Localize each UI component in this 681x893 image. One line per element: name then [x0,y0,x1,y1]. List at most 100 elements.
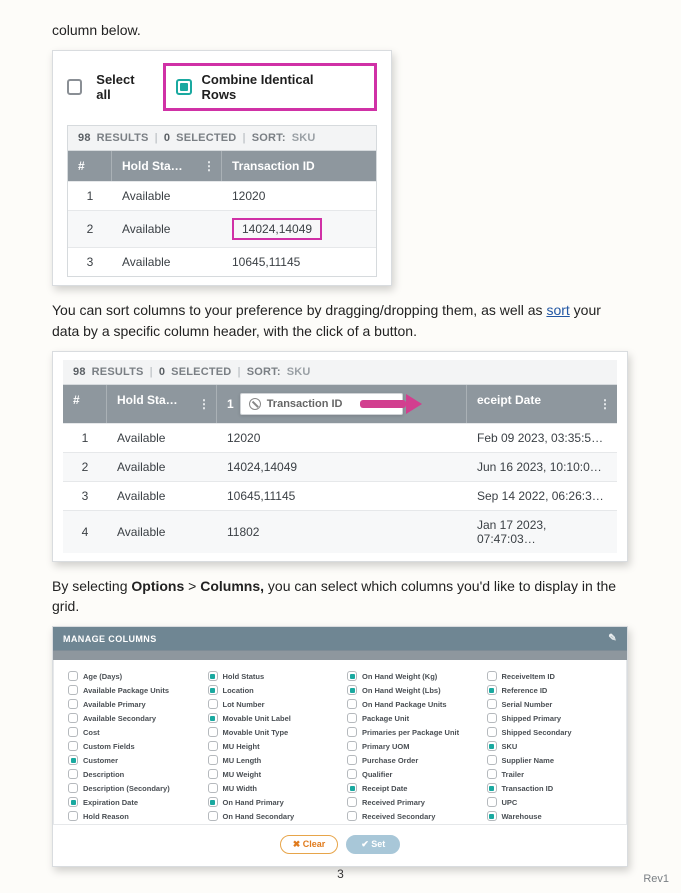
column-option[interactable]: Purchase Order [347,754,473,766]
edit-icon[interactable]: ✎ [608,633,617,644]
column-option[interactable]: Customer [68,754,194,766]
table-row[interactable]: 2Available14024,14049 [68,211,376,248]
column-checkbox[interactable] [487,797,497,807]
column-option[interactable]: Serial Number [487,698,613,710]
column-option[interactable]: Hold Reason [68,810,194,822]
column-checkbox[interactable] [347,699,357,709]
column-checkbox[interactable] [208,671,218,681]
column-option[interactable]: Trailer [487,768,613,780]
column-option[interactable]: Qualifier [347,768,473,780]
column-checkbox[interactable] [68,755,78,765]
column-checkbox[interactable] [208,755,218,765]
drag-chip[interactable]: Transaction ID [240,393,404,415]
column-option[interactable]: Movable Unit Type [208,726,334,738]
column-option[interactable]: Lot Number [208,698,334,710]
column-option[interactable]: Available Package Units [68,684,194,696]
column-option[interactable]: Movable Unit Label [208,712,334,724]
column-checkbox[interactable] [208,811,218,821]
column-checkbox[interactable] [347,769,357,779]
column-checkbox[interactable] [487,713,497,723]
column-option[interactable]: Description [68,768,194,780]
col-index[interactable]: # [63,385,107,423]
column-option[interactable]: Transaction ID [487,782,613,794]
column-option[interactable]: Age (Days) [68,670,194,682]
column-option[interactable]: Hold Status [208,670,334,682]
column-option[interactable]: Available Primary [68,698,194,710]
column-checkbox[interactable] [347,755,357,765]
column-checkbox[interactable] [347,783,357,793]
column-option[interactable]: MU Height [208,740,334,752]
table-row[interactable]: 1Available12020Feb 09 2023, 03:35:5… [63,423,617,452]
column-option[interactable]: Warehouse [487,810,613,822]
column-option[interactable]: Receipt Date [347,782,473,794]
col-index[interactable]: # [68,151,112,181]
column-checkbox[interactable] [68,741,78,751]
column-checkbox[interactable] [68,671,78,681]
table-row[interactable]: 4Available11802Jan 17 2023, 07:47:03… [63,510,617,553]
column-option[interactable]: On Hand Secondary [208,810,334,822]
column-checkbox[interactable] [487,755,497,765]
col-transaction-id[interactable]: Transaction ID [222,151,376,181]
column-checkbox[interactable] [487,769,497,779]
column-option[interactable]: Expiration Date [68,796,194,808]
column-option[interactable]: On Hand Package Units [347,698,473,710]
column-menu-icon[interactable]: ⋮ [599,397,611,411]
column-checkbox[interactable] [347,797,357,807]
column-option[interactable]: On Hand Primary [208,796,334,808]
column-option[interactable]: Shipped Secondary [487,726,613,738]
column-option[interactable]: ReceiveItem ID [487,670,613,682]
column-checkbox[interactable] [208,685,218,695]
col-transaction-dragging[interactable]: 1 Transaction ID [217,385,467,423]
sort-link[interactable]: sort [546,302,569,318]
column-option[interactable]: On Hand Weight (Kg) [347,670,473,682]
column-option[interactable]: MU Width [208,782,334,794]
clear-button[interactable]: ✖ Clear [280,835,339,854]
column-checkbox[interactable] [68,699,78,709]
col-hold-status[interactable]: Hold Sta…⋮ [107,385,217,423]
column-checkbox[interactable] [487,783,497,793]
column-checkbox[interactable] [487,685,497,695]
column-option[interactable]: Reference ID [487,684,613,696]
column-checkbox[interactable] [347,741,357,751]
column-checkbox[interactable] [487,811,497,821]
column-option[interactable]: Package Unit [347,712,473,724]
column-option[interactable]: Cost [68,726,194,738]
column-checkbox[interactable] [68,727,78,737]
column-option[interactable]: Shipped Primary [487,712,613,724]
column-checkbox[interactable] [68,713,78,723]
column-checkbox[interactable] [68,811,78,821]
column-option[interactable]: Description (Secondary) [68,782,194,794]
column-checkbox[interactable] [487,741,497,751]
column-checkbox[interactable] [487,699,497,709]
column-checkbox[interactable] [487,671,497,681]
column-option[interactable]: Primary UOM [347,740,473,752]
column-option[interactable]: MU Length [208,754,334,766]
table-row[interactable]: 2Available14024,14049Jun 16 2023, 10:10:… [63,452,617,481]
column-checkbox[interactable] [347,685,357,695]
column-checkbox[interactable] [208,797,218,807]
column-menu-icon[interactable]: ⋮ [203,159,215,173]
column-option[interactable]: MU Weight [208,768,334,780]
column-option[interactable]: Location [208,684,334,696]
column-checkbox[interactable] [208,769,218,779]
table-row[interactable]: 3Available10645,11145 [68,248,376,277]
column-checkbox[interactable] [208,727,218,737]
column-checkbox[interactable] [347,671,357,681]
column-option[interactable]: SKU [487,740,613,752]
column-checkbox[interactable] [347,811,357,821]
column-option[interactable]: Supplier Name [487,754,613,766]
column-option[interactable]: Primaries per Package Unit [347,726,473,738]
col-hold-status[interactable]: Hold Sta…⋮ [112,151,222,181]
table-row[interactable]: 1Available12020 [68,182,376,211]
select-all-checkbox[interactable] [67,79,82,95]
table-row[interactable]: 3Available10645,11145Sep 14 2022, 06:26:… [63,481,617,510]
column-option[interactable]: On Hand Weight (Lbs) [347,684,473,696]
column-checkbox[interactable] [208,783,218,793]
set-button[interactable]: ✔ Set [346,835,400,854]
col-receipt-date[interactable]: eceipt Date⋮ [467,385,617,423]
column-checkbox[interactable] [347,727,357,737]
column-checkbox[interactable] [208,699,218,709]
column-option[interactable]: Available Secondary [68,712,194,724]
column-option[interactable]: Received Secondary [347,810,473,822]
column-option[interactable]: UPC [487,796,613,808]
